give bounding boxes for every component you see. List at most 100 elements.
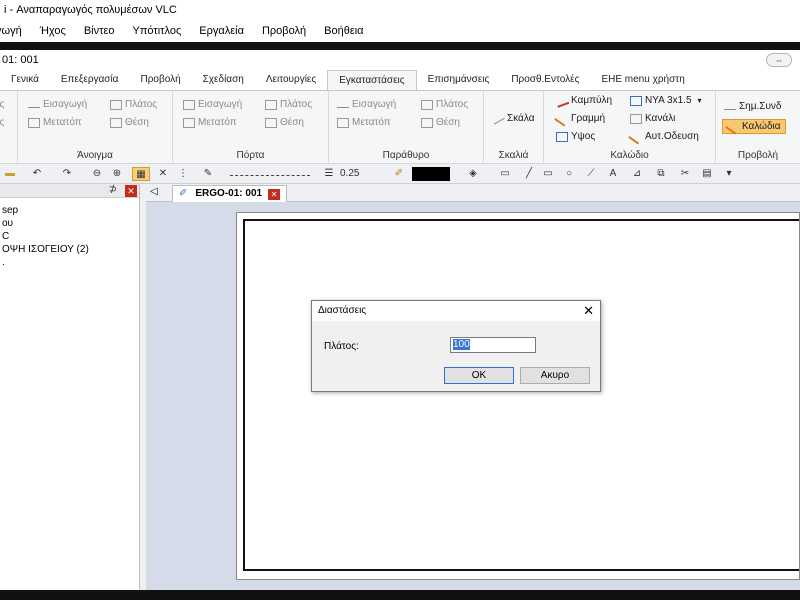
tree-item[interactable]: C [0, 230, 139, 243]
paste-icon[interactable]: ▤ [700, 167, 714, 181]
rectangle-tool-icon[interactable]: ▭ [540, 167, 556, 181]
ok-button[interactable]: OK [444, 367, 514, 384]
window-width-icon [421, 99, 433, 110]
copy-icon[interactable]: ⧉ [654, 167, 668, 181]
tree-item[interactable]: ου [0, 217, 139, 230]
opening-insert-button[interactable]: Εισαγωγή [28, 99, 87, 110]
document-tabstrip: ◁ ✐ ERGO-01: 001 ✕ [146, 184, 800, 202]
tab-view[interactable]: Προβολή [129, 70, 191, 90]
vlc-menu-playback[interactable]: γωγή [0, 25, 22, 37]
pen-icon[interactable]: ✎ [198, 167, 218, 181]
auto-route-button[interactable]: Αυτ.Οδευση [628, 128, 699, 145]
grid-icon[interactable]: ▦ [132, 167, 150, 181]
door-insert-button[interactable]: Εισαγωγή [183, 99, 242, 110]
ribbon-tabs: Γενικά Επεξεργασία Προβολή Σχεδίαση Λειτ… [0, 70, 800, 90]
tab-edit[interactable]: Επεξεργασία [50, 70, 130, 90]
vlc-menu-help[interactable]: Βοήθεια [324, 25, 363, 37]
drawing-canvas[interactable] [236, 212, 800, 580]
pin-icon[interactable]: ⊅ [109, 184, 117, 195]
image-icon[interactable]: ▭ [498, 167, 512, 181]
tab-drawing[interactable]: Σχεδίαση [192, 70, 255, 90]
color-swatch[interactable] [412, 167, 450, 181]
width-input[interactable]: 100 [450, 337, 536, 353]
door-position-button[interactable]: Θέση [265, 117, 304, 128]
door-width-button[interactable]: Πλάτος [265, 99, 312, 110]
scroll-left-icon[interactable]: ◁ [150, 186, 158, 197]
door-move-button[interactable]: Μετατόπ [183, 117, 237, 128]
label: Σκάλα [507, 113, 535, 124]
curve-button[interactable]: Καμπύλη [554, 93, 612, 108]
vlc-menu-subtitle[interactable]: Υπότιτλος [133, 25, 182, 37]
cut-icon[interactable]: ✂ [678, 167, 692, 181]
toolbar-overflow-icon[interactable]: ▾ [724, 167, 734, 181]
window-position-icon [421, 117, 433, 128]
connection-points-button[interactable]: Σημ.Συνδ [724, 101, 782, 112]
clipped-item[interactable]: ος [0, 99, 4, 110]
fill-bucket-icon[interactable]: ◈ [466, 167, 480, 181]
window-width-button[interactable]: Πλάτος [421, 99, 468, 110]
layers-panel: ⊅ ✕ sep ου C ΟΨΗ ΙΣΟΓΕΙΟΥ (2) . [0, 184, 140, 590]
cancel-button[interactable]: Ακυρο [520, 367, 590, 384]
text-tool-icon[interactable]: A [606, 167, 620, 181]
close-icon[interactable]: ✕ [583, 303, 594, 319]
snap-icon[interactable]: ✕ [156, 167, 170, 181]
undo-icon[interactable]: ↶ [30, 167, 44, 181]
tab-extra-commands[interactable]: Προσθ.Εντολές [500, 70, 590, 90]
group-label-view: Προβολή [737, 150, 779, 161]
vlc-menu-video[interactable]: Βίντεο [84, 25, 115, 37]
redo-icon[interactable]: ↷ [60, 167, 74, 181]
duct-icon [630, 113, 642, 124]
tree-item[interactable]: sep [0, 204, 139, 217]
cable-type-dropdown[interactable]: NYA 3x1.5 ▾ [630, 95, 702, 106]
label: Αυτ.Οδευση [645, 131, 699, 142]
zoom-out-icon[interactable]: ⊖ [90, 167, 104, 181]
line-style-dropdown[interactable] [230, 167, 310, 176]
hatch-tool-icon[interactable]: ⟋ [584, 167, 598, 181]
ortho-icon[interactable]: ⋮ [176, 167, 190, 181]
duct-button[interactable]: Κανάλι [630, 113, 675, 124]
window-insert-button[interactable]: Εισαγωγή [337, 99, 396, 110]
line-button[interactable]: Γραμμή [554, 110, 606, 127]
tree-item[interactable]: . [0, 256, 139, 269]
height-button[interactable]: Υψος [556, 131, 595, 142]
line-tool-icon[interactable]: ╱ [522, 167, 536, 181]
tree-item-ground-floor-view[interactable]: ΟΨΗ ΙΣΟΓΕΙΟΥ (2) [0, 243, 139, 256]
tab-annotations[interactable]: Επισημάνσεις [417, 70, 501, 90]
window-control-icon[interactable]: ⇔ [766, 53, 792, 67]
vlc-menu-audio[interactable]: Ήχος [40, 25, 66, 37]
group-label-opening: Άνοιγμα [77, 150, 113, 161]
window-position-button[interactable]: Θέση [421, 117, 460, 128]
opening-move-button[interactable]: Μετατόπ [28, 117, 82, 128]
open-folder-icon[interactable]: ▬ [2, 167, 18, 181]
window-move-button[interactable]: Μετατόπ [337, 117, 391, 128]
label: Γραμμή [571, 113, 606, 124]
label: Κανάλι [645, 113, 676, 124]
opening-width-button[interactable]: Πλάτος [110, 99, 157, 110]
tab-general[interactable]: Γενικά [0, 70, 50, 90]
tab-user-menu[interactable]: EHE menu χρήστη [590, 70, 695, 90]
circle-tool-icon[interactable]: ○ [562, 167, 576, 181]
brush-icon[interactable]: ✐ [392, 167, 406, 181]
stair-button[interactable]: Σκάλα [491, 112, 535, 125]
measure-tool-icon[interactable]: ⊿ [630, 167, 644, 181]
label: Θέση [436, 117, 460, 128]
door-insert-icon [183, 99, 195, 110]
close-tab-icon[interactable]: ✕ [268, 188, 281, 200]
label: Εισαγωγή [198, 99, 243, 110]
auto-route-icon [628, 128, 644, 145]
zoom-in-icon[interactable]: ⊕ [110, 167, 124, 181]
dimensions-dialog: Διαστάσεις ✕ Πλάτος: 100 OK Ακυρο [311, 300, 601, 392]
label: NYA 3x1.5 [645, 95, 692, 106]
tab-functions[interactable]: Λειτουργίες [255, 70, 327, 90]
tab-installations[interactable]: Εγκαταστάσεις [327, 70, 417, 90]
window-insert-icon [337, 102, 349, 108]
opening-position-button[interactable]: Θέση [110, 117, 149, 128]
vlc-menu-view[interactable]: Προβολή [262, 25, 306, 37]
vlc-menu-bar: γωγή Ήχος Βίντεο Υπότιτλος Εργαλεία Προβ… [0, 20, 800, 42]
clipped-item[interactable]: ος [0, 117, 4, 128]
line-width-value[interactable]: 0.25 [340, 167, 380, 181]
close-icon[interactable]: ✕ [125, 185, 137, 197]
document-tab[interactable]: ✐ ERGO-01: 001 ✕ [172, 185, 288, 202]
vlc-menu-tools[interactable]: Εργαλεία [199, 25, 244, 37]
cables-toggle-button[interactable]: Καλώδια [722, 118, 786, 135]
